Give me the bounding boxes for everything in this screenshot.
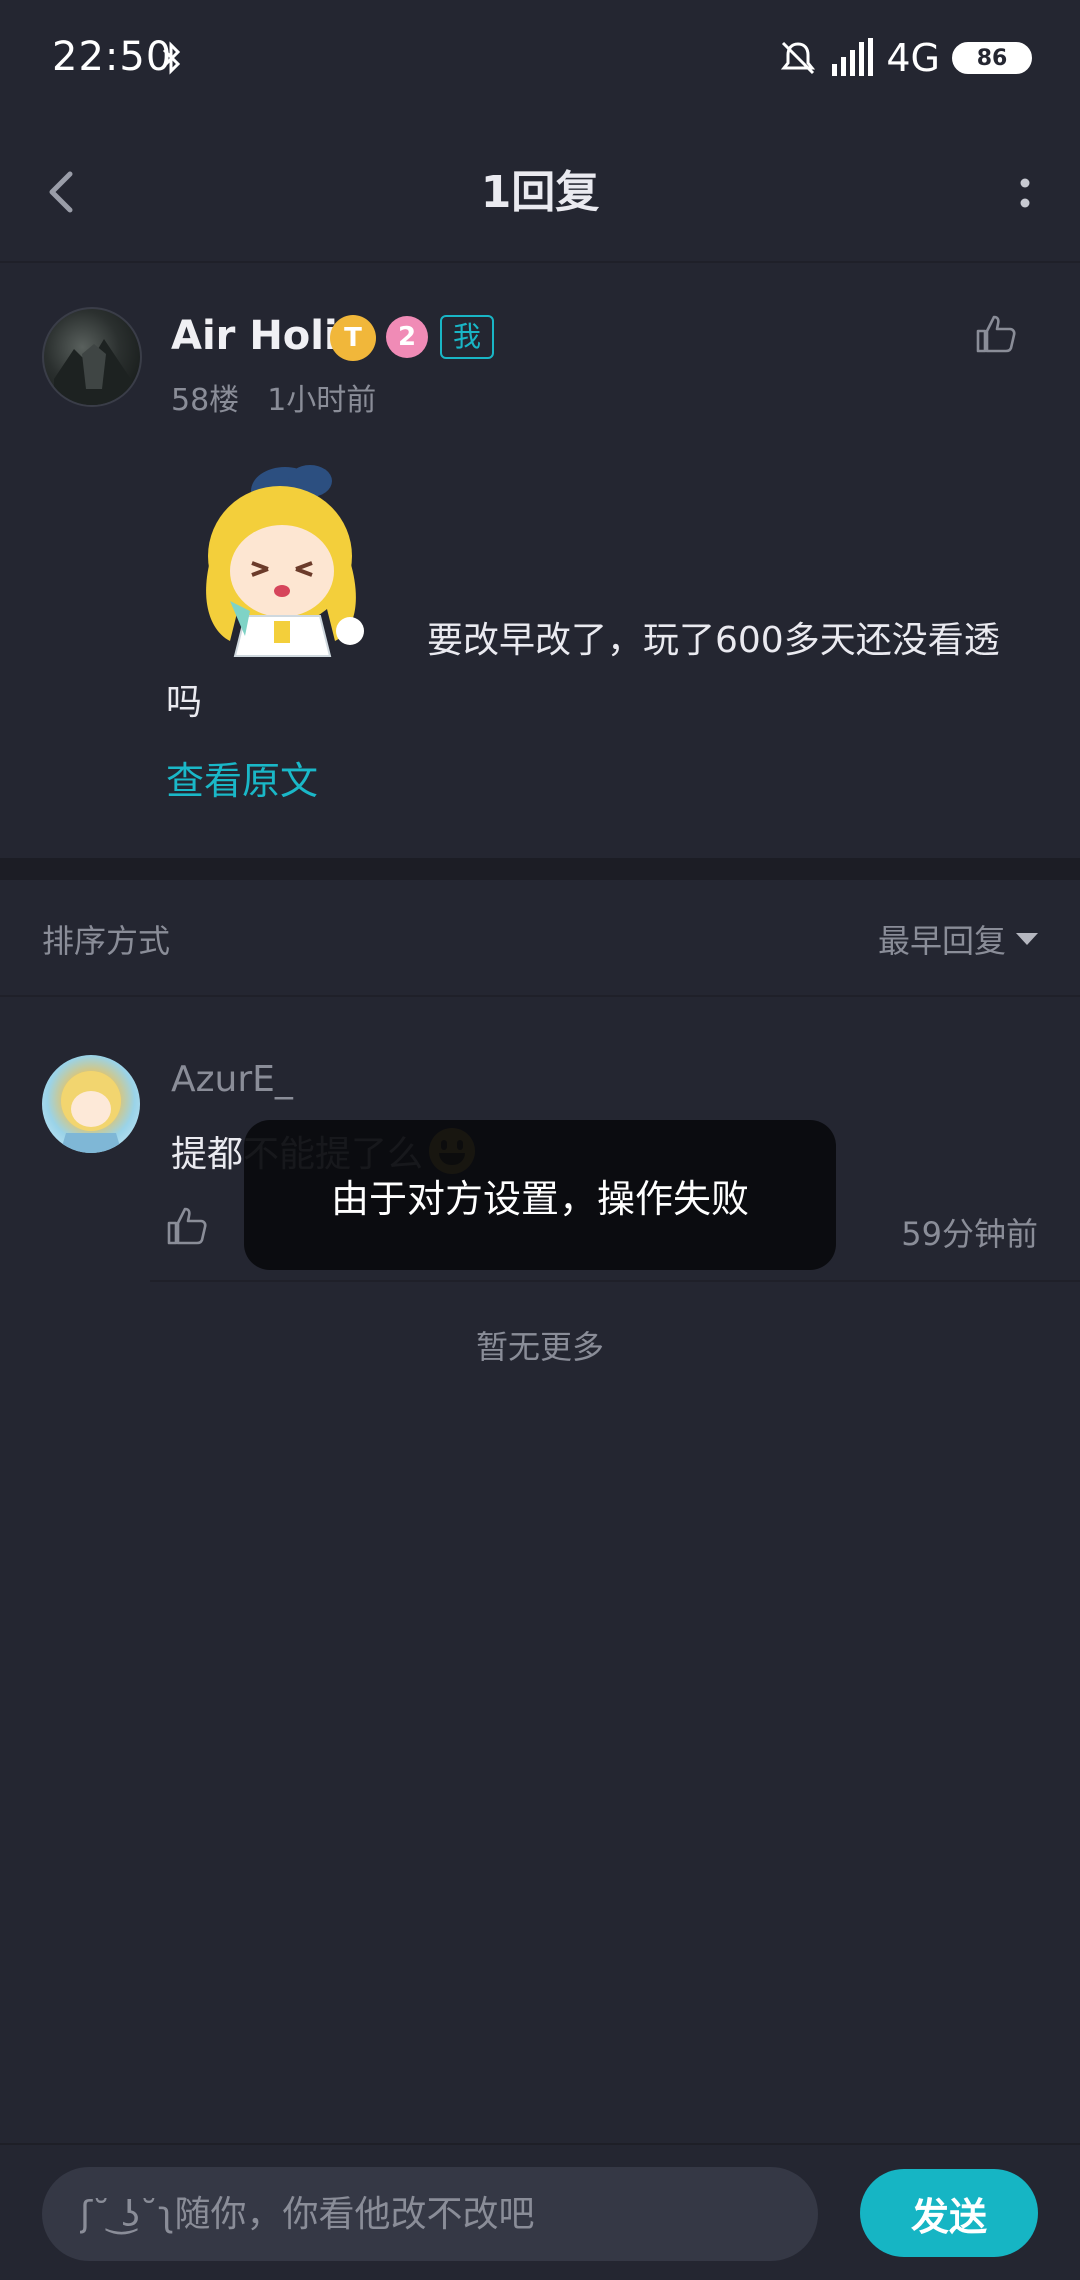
reply-divider — [150, 1280, 1080, 1282]
like-icon[interactable] — [165, 1203, 209, 1247]
battery-icon: 86 — [952, 42, 1032, 74]
sort-dropdown[interactable]: 最早回复 — [878, 916, 1038, 962]
coin-badge-icon: T — [330, 315, 376, 361]
reply-author[interactable]: AzurE_ — [171, 1059, 293, 1100]
network-type: 4G — [886, 36, 940, 80]
send-button[interactable]: 发送 — [860, 2169, 1038, 2257]
bluetooth-icon — [162, 41, 181, 75]
battery-level: 86 — [976, 45, 1008, 71]
sort-label: 排序方式 — [42, 922, 171, 960]
sort-selected-value: 最早回复 — [877, 922, 1006, 960]
toast-text: 由于对方设置，操作失败 — [330, 1176, 749, 1221]
post-text-line-1: 要改早改了，玩了600多天还没看透 — [427, 620, 1000, 661]
chevron-down-icon — [1016, 933, 1038, 945]
reply-detail-page: 22:50 4G 86 1回复 Air Holic T 2 我 58楼 1小时前… — [0, 0, 1080, 2280]
floor-number: 58楼 — [171, 383, 240, 418]
me-badge: 我 — [440, 315, 494, 359]
sticker-image — [206, 465, 364, 657]
more-vert-icon[interactable] — [1000, 158, 1050, 228]
avatar[interactable] — [42, 307, 142, 407]
like-icon[interactable] — [974, 311, 1018, 355]
reply-time: 59分钟前 — [901, 1215, 1038, 1253]
page-title: 1回复 — [480, 167, 600, 218]
toast-message: 由于对方设置，操作失败 — [244, 1120, 836, 1270]
avatar-image — [54, 339, 134, 405]
reply-avatar-image — [60, 1071, 122, 1153]
mute-icon — [781, 41, 816, 75]
post-time: 1小时前 — [267, 383, 377, 418]
original-post: Air Holic T 2 我 58楼 1小时前 要改早改了，玩了600多天还没… — [0, 263, 1080, 858]
level-badge-icon: 2 — [386, 316, 428, 358]
comment-input[interactable] — [42, 2167, 818, 2261]
avatar[interactable] — [42, 1055, 140, 1153]
post-text-line-2: 吗 — [166, 682, 203, 723]
status-right: 4G 86 — [778, 34, 1032, 82]
no-more-label: 暂无更多 — [475, 1328, 604, 1366]
post-meta: 58楼 1小时前 — [171, 375, 376, 419]
signal-icon — [832, 38, 874, 76]
comment-composer: 发送 — [0, 2143, 1080, 2280]
status-time: 22:50 — [52, 34, 173, 80]
app-header: 1回复 — [0, 118, 1080, 263]
section-divider — [0, 858, 1080, 880]
sort-row: 排序方式 最早回复 — [0, 880, 1080, 997]
status-bar: 22:50 4G 86 — [0, 0, 1080, 118]
view-original-link[interactable]: 查看原文 — [166, 750, 318, 805]
